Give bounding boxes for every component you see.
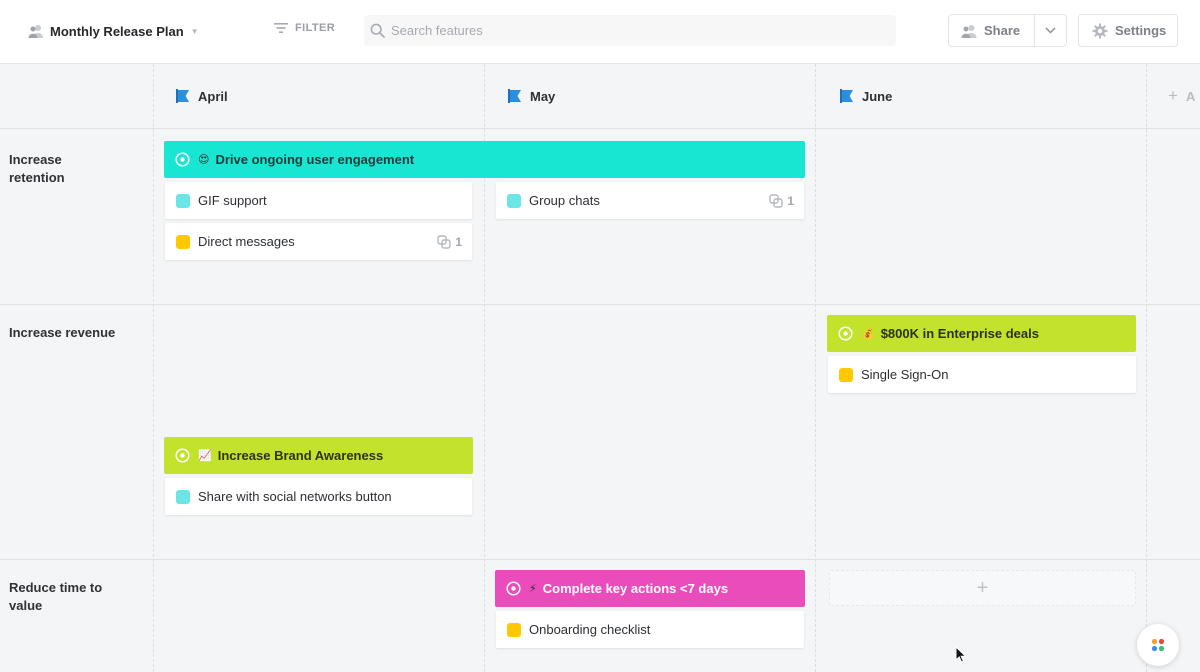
epic-emoji: 💰: [861, 328, 875, 340]
link-count: 1: [455, 235, 462, 249]
feature-card-onboarding-checklist[interactable]: Onboarding checklist: [496, 611, 804, 648]
feature-title: GIF support: [198, 193, 267, 208]
column-header-june[interactable]: June: [839, 88, 892, 104]
share-label: Share: [984, 23, 1021, 38]
feature-title: Share with social networks button: [198, 489, 392, 504]
column-divider: [153, 64, 154, 672]
row-divider: [0, 128, 1200, 129]
feature-card-share-social[interactable]: Share with social networks button: [165, 478, 472, 515]
row-divider: [0, 304, 1200, 305]
add-column-button[interactable]: + A: [1168, 86, 1196, 105]
filter-button[interactable]: FILTER: [274, 21, 335, 35]
target-icon: [175, 448, 190, 463]
flag-icon: [176, 89, 189, 103]
add-column-label: A: [1185, 88, 1196, 104]
chevron-down-icon: ▼: [190, 26, 199, 36]
epic-emoji: ⚡: [529, 583, 537, 595]
link-icon: [437, 235, 452, 249]
column-header-april[interactable]: April: [175, 88, 228, 104]
flag-icon: [840, 89, 853, 103]
column-divider: [1146, 64, 1147, 672]
links-indicator: 1: [769, 194, 794, 208]
epic-card-key-actions[interactable]: ⚡ Complete key actions <7 days: [495, 570, 805, 607]
chevron-down-icon: [1045, 27, 1056, 34]
add-card-button[interactable]: +: [829, 570, 1136, 606]
mouse-cursor-icon: [955, 646, 967, 663]
link-icon: [769, 194, 784, 208]
apps-launcher-button[interactable]: [1137, 624, 1179, 666]
target-icon: [506, 581, 521, 596]
epic-title: Increase Brand Awareness: [217, 448, 384, 463]
plus-icon: +: [976, 577, 989, 599]
row-divider: [0, 559, 1200, 560]
epic-card-enterprise-deals[interactable]: 💰 $800K in Enterprise deals: [827, 315, 1136, 352]
status-square: [507, 622, 521, 637]
share-dropdown-toggle[interactable]: [1035, 15, 1066, 46]
status-square: [507, 193, 521, 208]
status-square: [176, 489, 190, 504]
epic-title: Complete key actions <7 days: [542, 581, 729, 596]
settings-label: Settings: [1115, 23, 1167, 38]
status-square: [176, 193, 190, 208]
share-button-group: Share: [948, 14, 1067, 47]
column-label: April: [198, 88, 228, 104]
column-label: June: [862, 88, 893, 104]
epic-card-brand-awareness[interactable]: 📈 Increase Brand Awareness: [164, 437, 473, 474]
feature-title: Single Sign-On: [861, 367, 949, 382]
column-header-may[interactable]: May: [507, 88, 555, 104]
row-label-revenue[interactable]: Increase revenue: [9, 324, 119, 342]
plan-title: Monthly Release Plan: [50, 23, 184, 39]
search-bar: [364, 15, 896, 46]
epic-card-engagement[interactable]: 😍 Drive ongoing user engagement: [164, 141, 805, 178]
feature-card-gif-support[interactable]: GIF support: [165, 182, 472, 219]
plan-selector[interactable]: Monthly Release Plan ▼: [28, 20, 199, 42]
plus-icon: +: [1168, 86, 1178, 105]
filter-label: FILTER: [295, 22, 336, 34]
feature-card-direct-messages[interactable]: Direct messages 1: [165, 223, 472, 260]
feature-title: Onboarding checklist: [529, 622, 651, 637]
target-icon: [838, 326, 853, 341]
flag-icon: [508, 89, 521, 103]
feature-card-single-sign-on[interactable]: Single Sign-On: [828, 356, 1136, 393]
target-icon: [175, 152, 190, 167]
users-icon: [961, 24, 977, 38]
feature-title: Group chats: [529, 193, 600, 208]
top-toolbar: Monthly Release Plan ▼ FILTER Share: [0, 0, 1200, 64]
epic-emoji: 😍: [198, 154, 210, 166]
search-input[interactable]: [391, 23, 871, 38]
settings-button[interactable]: Settings: [1078, 14, 1178, 47]
roadmap-board: April May June + A Increase retention In…: [0, 64, 1200, 672]
apps-grid-icon: [1151, 638, 1165, 652]
column-divider: [815, 64, 816, 672]
epic-emoji: 📈: [198, 450, 212, 462]
row-label-time-to-value[interactable]: Reduce time to value: [9, 579, 119, 615]
filter-icon: [274, 23, 288, 33]
search-icon: [370, 23, 385, 38]
epic-title: $800K in Enterprise deals: [880, 326, 1039, 341]
status-square: [839, 367, 853, 382]
epic-title: Drive ongoing user engagement: [215, 152, 415, 167]
column-label: May: [530, 88, 556, 104]
feature-title: Direct messages: [198, 234, 295, 249]
share-button[interactable]: Share: [949, 15, 1034, 46]
status-square: [176, 234, 190, 249]
link-count: 1: [787, 194, 794, 208]
gear-icon: [1092, 23, 1108, 38]
feature-card-group-chats[interactable]: Group chats 1: [496, 182, 804, 219]
users-icon: [28, 25, 43, 38]
row-label-retention[interactable]: Increase retention: [9, 151, 119, 187]
links-indicator: 1: [437, 235, 462, 249]
